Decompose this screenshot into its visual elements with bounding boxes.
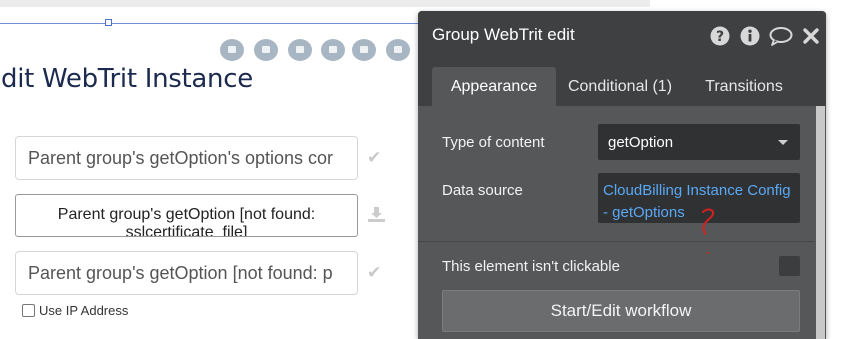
file-uploader-line1: Parent group's getOption [not found: [57, 206, 316, 223]
type-of-content-value: getOption [608, 134, 674, 151]
not-clickable-label: This element isn't clickable [442, 258, 620, 275]
ip-address-input-text: Parent group's getOption [not found: p [28, 263, 333, 283]
tab-appearance[interactable]: Appearance [432, 67, 556, 106]
toolbar-dot[interactable] [288, 39, 312, 61]
start-edit-workflow-button[interactable]: Start/Edit workflow [442, 290, 800, 332]
page-title: dit WebTrit Instance [1, 64, 253, 94]
use-ip-address-checkbox[interactable] [22, 304, 35, 317]
toolbar-dot[interactable] [352, 39, 376, 61]
close-icon[interactable] [802, 26, 822, 46]
options-input-text: Parent group's getOption's options cor [28, 148, 334, 168]
resize-handle[interactable] [105, 19, 112, 26]
ip-address-input[interactable]: Parent group's getOption [not found: p [15, 251, 358, 295]
chevron-down-icon [778, 140, 788, 145]
section-divider [418, 241, 814, 242]
toolbar-dot[interactable] [220, 39, 244, 61]
file-uploader-line2: sslcertificate_file] [125, 224, 248, 237]
use-ip-address-row[interactable]: Use IP Address [22, 303, 128, 318]
panel-scrollbar[interactable] [816, 106, 825, 339]
use-ip-address-label: Use IP Address [39, 303, 129, 318]
check-icon: ✔ [367, 263, 382, 282]
question-mark-annotation-icon [694, 204, 724, 259]
data-source-label: Data source [442, 182, 523, 199]
type-of-content-label: Type of content [442, 134, 545, 151]
check-icon: ✔ [367, 148, 382, 167]
toolbar-dot[interactable] [386, 39, 410, 61]
type-of-content-dropdown[interactable]: getOption [598, 124, 800, 160]
help-icon[interactable]: ? [710, 26, 730, 46]
toolbar-dot[interactable] [321, 39, 345, 61]
selection-outline [0, 23, 418, 24]
tab-transitions[interactable]: Transitions [694, 67, 794, 106]
info-icon[interactable] [740, 26, 760, 46]
file-uploader[interactable]: Parent group's getOption [not found: ssl… [15, 194, 358, 237]
panel-title: Group WebTrit edit [432, 25, 575, 44]
not-clickable-checkbox[interactable] [779, 256, 800, 276]
toolbar-dot[interactable] [254, 39, 278, 61]
canvas-top-strip [0, 0, 650, 7]
download-icon [368, 207, 385, 227]
tab-conditional[interactable]: Conditional (1) [560, 67, 680, 106]
property-editor-panel: Group WebTrit edit ? Appearance Conditio… [418, 11, 826, 339]
options-input[interactable]: Parent group's getOption's options cor [15, 136, 358, 180]
panel-header: Group WebTrit edit ? [418, 11, 826, 61]
svg-text:?: ? [716, 29, 724, 45]
comment-icon[interactable] [769, 26, 793, 46]
